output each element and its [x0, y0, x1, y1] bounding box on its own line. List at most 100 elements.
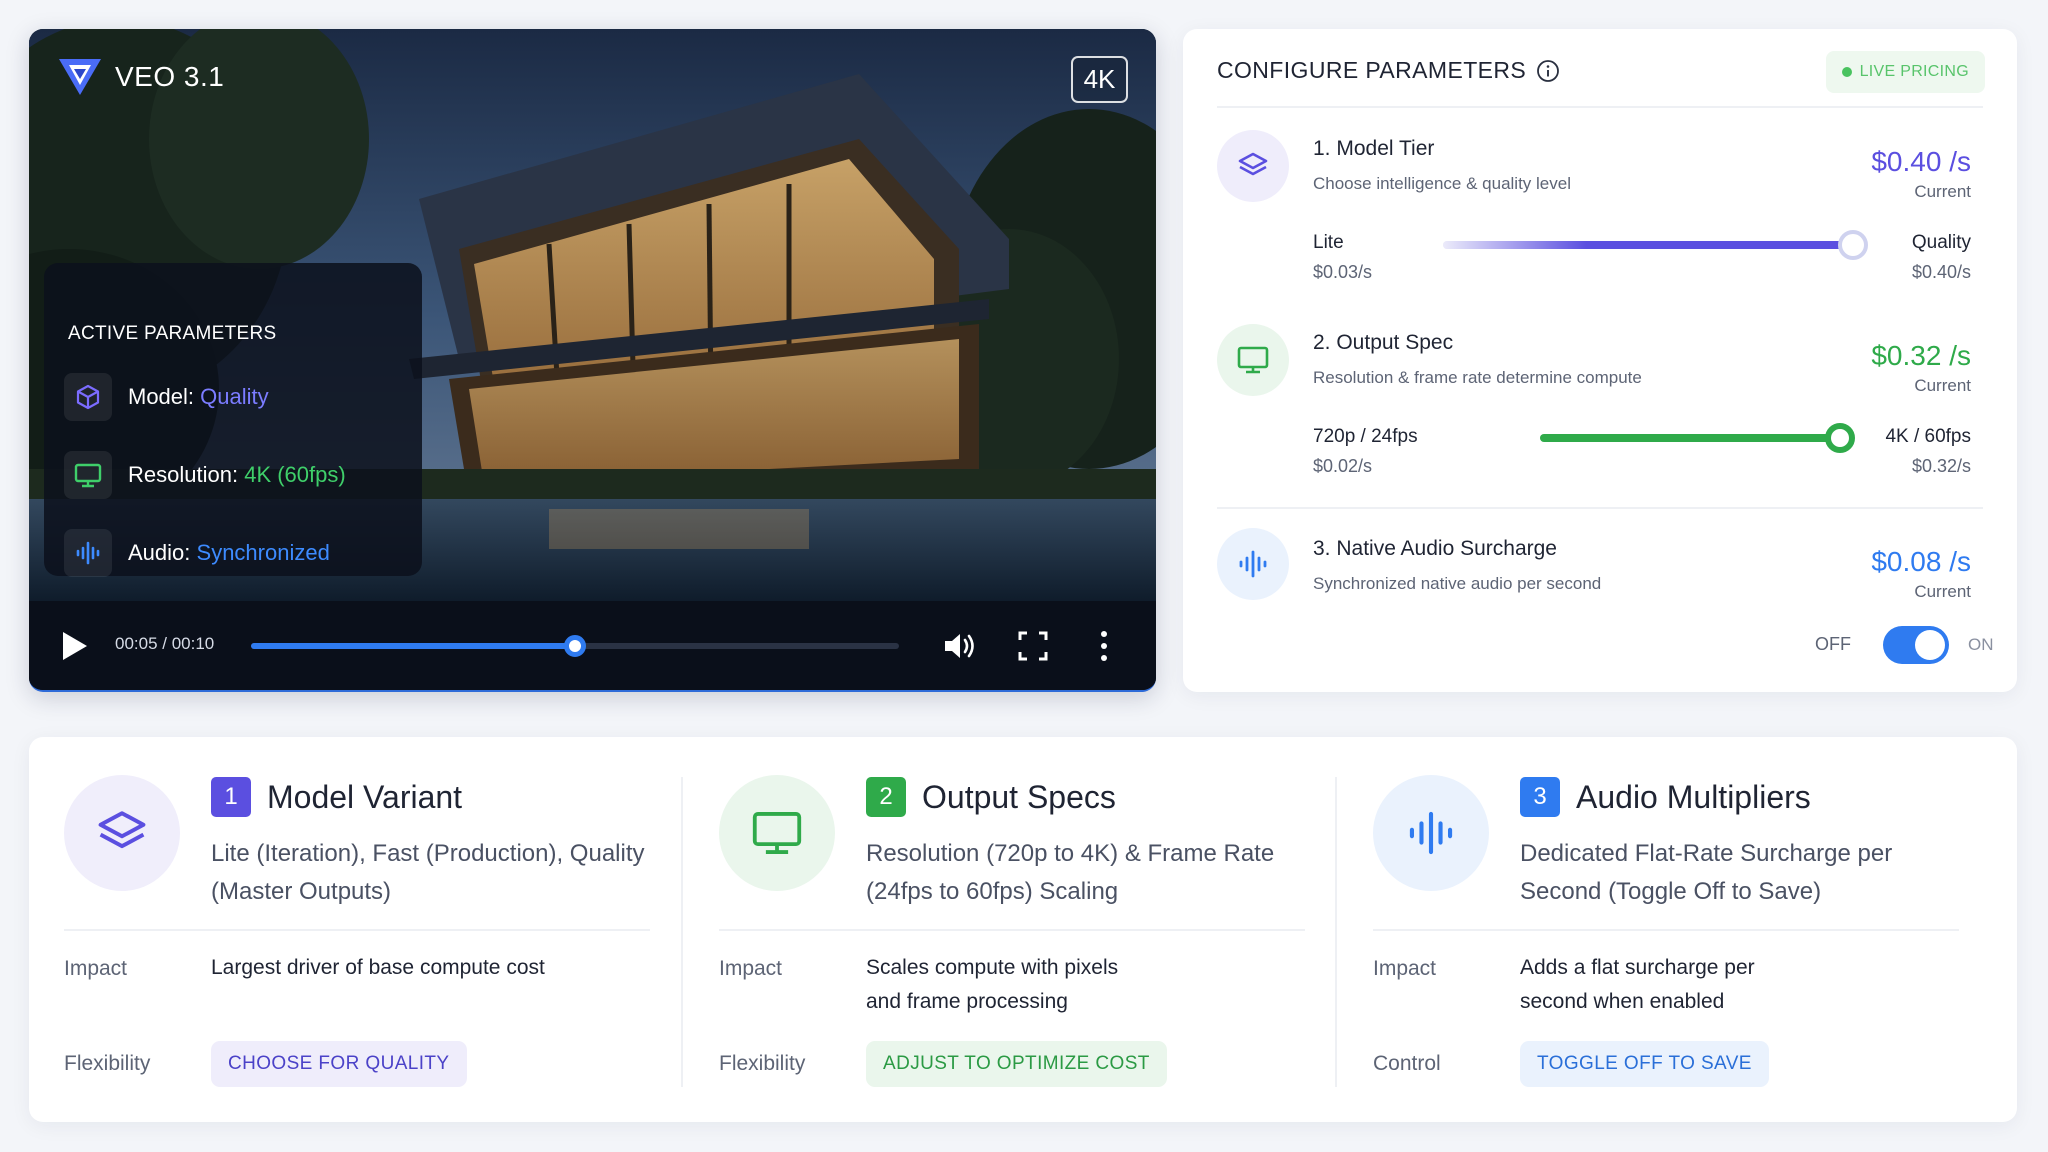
- model-tier-min-value: $0.03/s: [1313, 262, 1373, 282]
- card-description: Dedicated Flat-Rate Surcharge per Second…: [1520, 840, 1893, 905]
- impact-text: Largest driver of base compute cost: [211, 956, 545, 979]
- more-options-icon[interactable]: [1085, 628, 1123, 664]
- impact-text: Scales compute with pixels and frame pro…: [866, 956, 1119, 1013]
- output-spec-slider-fill: [1540, 434, 1840, 442]
- model-tier-price-unit: /s: [1949, 146, 1971, 177]
- output-spec-current: Current: [1914, 376, 1971, 395]
- output-spec-price-value: $0.32: [1871, 340, 1942, 371]
- divider: [64, 929, 650, 931]
- output-spec-min-value: $0.02/s: [1313, 456, 1373, 476]
- output-spec-price-unit: /s: [1949, 340, 1971, 371]
- divider: [1217, 106, 1983, 108]
- card-number-badge: 1: [211, 777, 251, 817]
- output-spec-max-label: 4K / 60fps: [1885, 426, 1971, 447]
- impact-label: Impact: [1373, 957, 1437, 980]
- audio-surcharge-title: 3. Native Audio Surcharge: [1313, 537, 1557, 560]
- active-model-value: Quality: [200, 384, 269, 409]
- resolution-badge: 4K: [1071, 56, 1128, 103]
- output-spec-subtitle: Resolution & frame rate determine comput…: [1313, 368, 1642, 387]
- audio-wave-icon: [64, 529, 112, 577]
- card-number-badge: 3: [1520, 777, 1560, 817]
- control-label: Control: [1373, 1052, 1441, 1075]
- brand-logo: VEO 3.1: [57, 57, 224, 97]
- seek-progress: [251, 643, 575, 649]
- impact-label: Impact: [64, 957, 128, 980]
- card-heading: Output Specs: [922, 779, 1116, 815]
- live-pricing-text: LIVE PRICING: [1859, 63, 1969, 80]
- flexibility-label: Flexibility: [719, 1052, 806, 1075]
- configure-title: CONFIGURE PARAMETERS: [1217, 57, 1560, 84]
- active-parameters-title: ACTIVE PARAMETERS: [68, 323, 277, 344]
- card-description: Lite (Iteration), Fast (Production), Qua…: [211, 840, 645, 905]
- active-model-row: Model: Quality: [64, 373, 269, 421]
- audio-surcharge-price-unit: /s: [1949, 546, 1971, 577]
- audio-surcharge-price-value: $0.08: [1871, 546, 1942, 577]
- divider: [1373, 929, 1959, 931]
- veo-logo-icon: [59, 59, 101, 95]
- audio-surcharge-price: $0.08 /s: [1871, 546, 1971, 578]
- fullscreen-icon[interactable]: [1014, 628, 1052, 664]
- model-tier-current: Current: [1914, 182, 1971, 201]
- live-dot-icon: [1841, 67, 1852, 77]
- model-tier-max-label: Quality: [1911, 232, 1971, 253]
- seek-handle[interactable]: [564, 635, 586, 657]
- model-tier-slider-handle[interactable]: [1838, 230, 1868, 260]
- card-separator: [1335, 777, 1337, 1087]
- card-number-badge: 2: [866, 777, 906, 817]
- cube-icon: [64, 373, 112, 421]
- model-tier-price-value: $0.40: [1871, 146, 1942, 177]
- card-heading: Model Variant: [267, 779, 463, 815]
- audio-surcharge-current: Current: [1914, 582, 1971, 601]
- model-tier-min-label: Lite: [1313, 232, 1344, 253]
- audio-toggle[interactable]: [1883, 626, 1949, 664]
- model-tier-title: 1. Model Tier: [1313, 137, 1435, 160]
- audio-multipliers-card: 3 Audio Multipliers Dedicated Flat-Rate …: [1338, 737, 1993, 1122]
- model-tier-slider[interactable]: [1443, 230, 1868, 260]
- monitor-icon: [719, 775, 835, 891]
- play-icon[interactable]: [59, 629, 91, 663]
- output-spec-price: $0.32 /s: [1871, 340, 1971, 372]
- live-pricing-badge: LIVE PRICING: [1825, 51, 1985, 93]
- configure-title-text: CONFIGURE PARAMETERS: [1217, 57, 1527, 83]
- seek-bar[interactable]: [251, 635, 899, 657]
- adjust-to-optimize-cost-pill[interactable]: ADJUST TO OPTIMIZE COST: [866, 1041, 1167, 1087]
- choose-for-quality-pill[interactable]: CHOOSE FOR QUALITY: [211, 1041, 467, 1087]
- model-tier-slider-fill: [1443, 241, 1853, 249]
- divider: [719, 929, 1305, 931]
- layers-icon: [64, 775, 180, 891]
- brand-name: VEO 3.1: [115, 61, 225, 92]
- model-variant-card: 1 Model Variant Lite (Iteration), Fast (…: [29, 737, 684, 1122]
- model-tier-max-value: $0.40/s: [1911, 262, 1971, 282]
- audio-surcharge-subtitle: Synchronized native audio per second: [1313, 574, 1602, 593]
- output-spec-title: 2. Output Spec: [1313, 331, 1454, 354]
- audio-wave-icon: [1373, 775, 1489, 891]
- active-model-label: Model:: [128, 384, 195, 409]
- output-spec-slider-handle[interactable]: [1825, 423, 1855, 453]
- output-spec-slider[interactable]: [1540, 423, 1855, 453]
- model-tier-subtitle: Choose intelligence & quality level: [1313, 174, 1571, 193]
- audio-on-label: ON: [1968, 635, 1994, 654]
- active-resolution-label: Resolution:: [128, 462, 239, 487]
- active-audio-row: Audio: Synchronized: [64, 529, 330, 577]
- audio-wave-icon: [1217, 528, 1289, 600]
- info-icon[interactable]: [1536, 59, 1560, 83]
- video-player[interactable]: VEO 3.1 4K ACTIVE PARAMETERS Model: Qual…: [29, 29, 1156, 692]
- active-audio-label: Audio:: [128, 540, 191, 565]
- pricing-factors-cards: 1 Model Variant Lite (Iteration), Fast (…: [29, 737, 2017, 1122]
- active-resolution-row: Resolution: 4K (60fps): [64, 451, 346, 499]
- audio-toggle-knob: [1915, 630, 1945, 660]
- output-specs-card: 2 Output Specs Resolution (720p to 4K) &…: [684, 737, 1339, 1122]
- toggle-off-to-save-pill[interactable]: TOGGLE OFF TO SAVE: [1520, 1041, 1769, 1087]
- card-separator: [681, 777, 683, 1087]
- volume-icon[interactable]: [941, 628, 979, 664]
- monitor-icon: [64, 451, 112, 499]
- monitor-icon: [1217, 324, 1289, 396]
- divider: [1217, 507, 1983, 509]
- player-controls: 00:05 / 00:10: [29, 601, 1156, 690]
- audio-off-label: OFF: [1815, 634, 1851, 654]
- impact-label: Impact: [719, 957, 783, 980]
- flexibility-label: Flexibility: [64, 1052, 151, 1075]
- active-resolution-value: 4K (60fps): [244, 462, 346, 487]
- output-spec-max-value: $0.32/s: [1911, 456, 1971, 476]
